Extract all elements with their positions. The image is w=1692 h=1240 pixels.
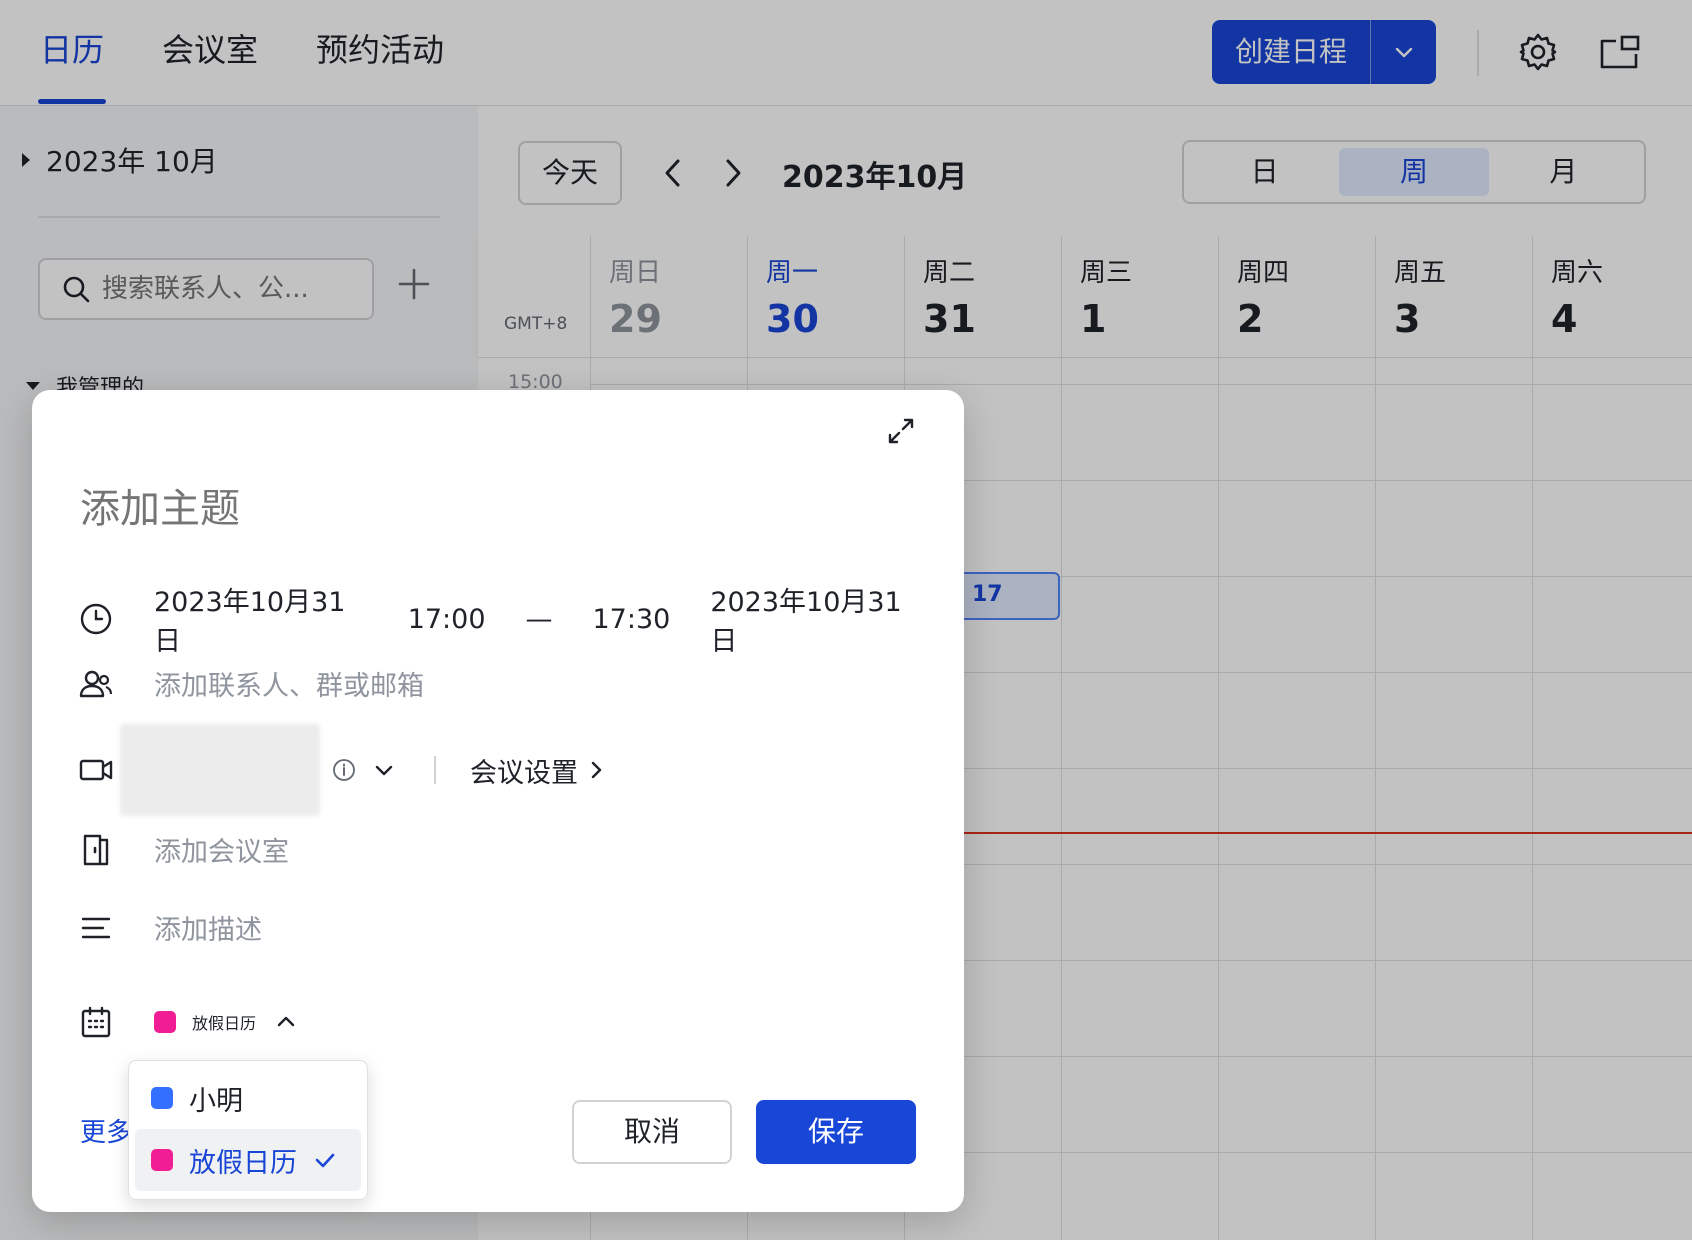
door-icon: [83, 834, 109, 865]
holiday-calendar-color-dot: [154, 1011, 176, 1033]
end-date[interactable]: 2023年10月31日: [710, 580, 924, 658]
video-camera-icon: [79, 759, 113, 781]
calendar-option-label: 小明: [189, 1085, 243, 1117]
meeting-room-placeholder: 添加会议室: [154, 837, 289, 868]
clock-icon: [80, 603, 112, 635]
personal-calendar-color-dot: [151, 1087, 173, 1109]
more-options-link[interactable]: 更多: [80, 1112, 132, 1149]
calendar-icon: [81, 1006, 111, 1038]
meeting-room-row[interactable]: 添加会议室: [78, 830, 289, 869]
chevron-up-icon: [277, 1016, 295, 1027]
divider: [434, 756, 436, 784]
calendar-option-label: 放假日历: [189, 1147, 297, 1179]
holiday-calendar-color-dot: [151, 1149, 173, 1171]
end-time[interactable]: 17:30: [593, 604, 671, 635]
calendar-dropdown: 小明 放假日历: [128, 1060, 368, 1200]
start-time[interactable]: 17:00: [408, 604, 486, 635]
start-date[interactable]: 2023年10月31日: [154, 580, 368, 658]
chevron-right-icon: [591, 761, 602, 779]
attendees-placeholder: 添加联系人、群或邮箱: [154, 671, 424, 702]
time-separator: —: [525, 603, 553, 635]
calendar-option-xiaoming[interactable]: 小明: [135, 1067, 361, 1129]
calendar-app: 日历 会议室 预约活动 创建日程 2023年 10月 搜索联系人、公... 我管…: [0, 0, 1692, 1240]
meeting-settings-label: 会议设置: [470, 757, 578, 789]
checkmark-icon: [315, 1153, 335, 1168]
selected-calendar-label: 放假日历: [192, 1014, 257, 1033]
cancel-button[interactable]: 取消: [572, 1100, 732, 1164]
description-row[interactable]: 添加描述: [78, 908, 262, 947]
subject-input[interactable]: [80, 486, 840, 532]
calendar-option-holiday[interactable]: 放假日历: [135, 1129, 361, 1191]
chevron-down-icon[interactable]: [372, 758, 396, 782]
text-lines-icon: [81, 917, 111, 938]
time-row: 2023年10月31日 17:00 — 17:30 2023年10月31日: [78, 580, 964, 658]
video-meeting-row: 会议设置: [78, 724, 606, 816]
people-icon: [79, 670, 113, 697]
description-placeholder: 添加描述: [154, 915, 262, 946]
info-icon[interactable]: [332, 758, 356, 782]
save-button[interactable]: 保存: [756, 1100, 916, 1164]
expand-icon[interactable]: [886, 416, 916, 446]
meeting-provider-blurred[interactable]: [120, 724, 320, 816]
calendar-select[interactable]: 放假日历: [78, 1004, 298, 1040]
meeting-settings-link[interactable]: 会议设置: [470, 751, 606, 790]
attendees-row[interactable]: 添加联系人、群或邮箱: [78, 664, 424, 703]
